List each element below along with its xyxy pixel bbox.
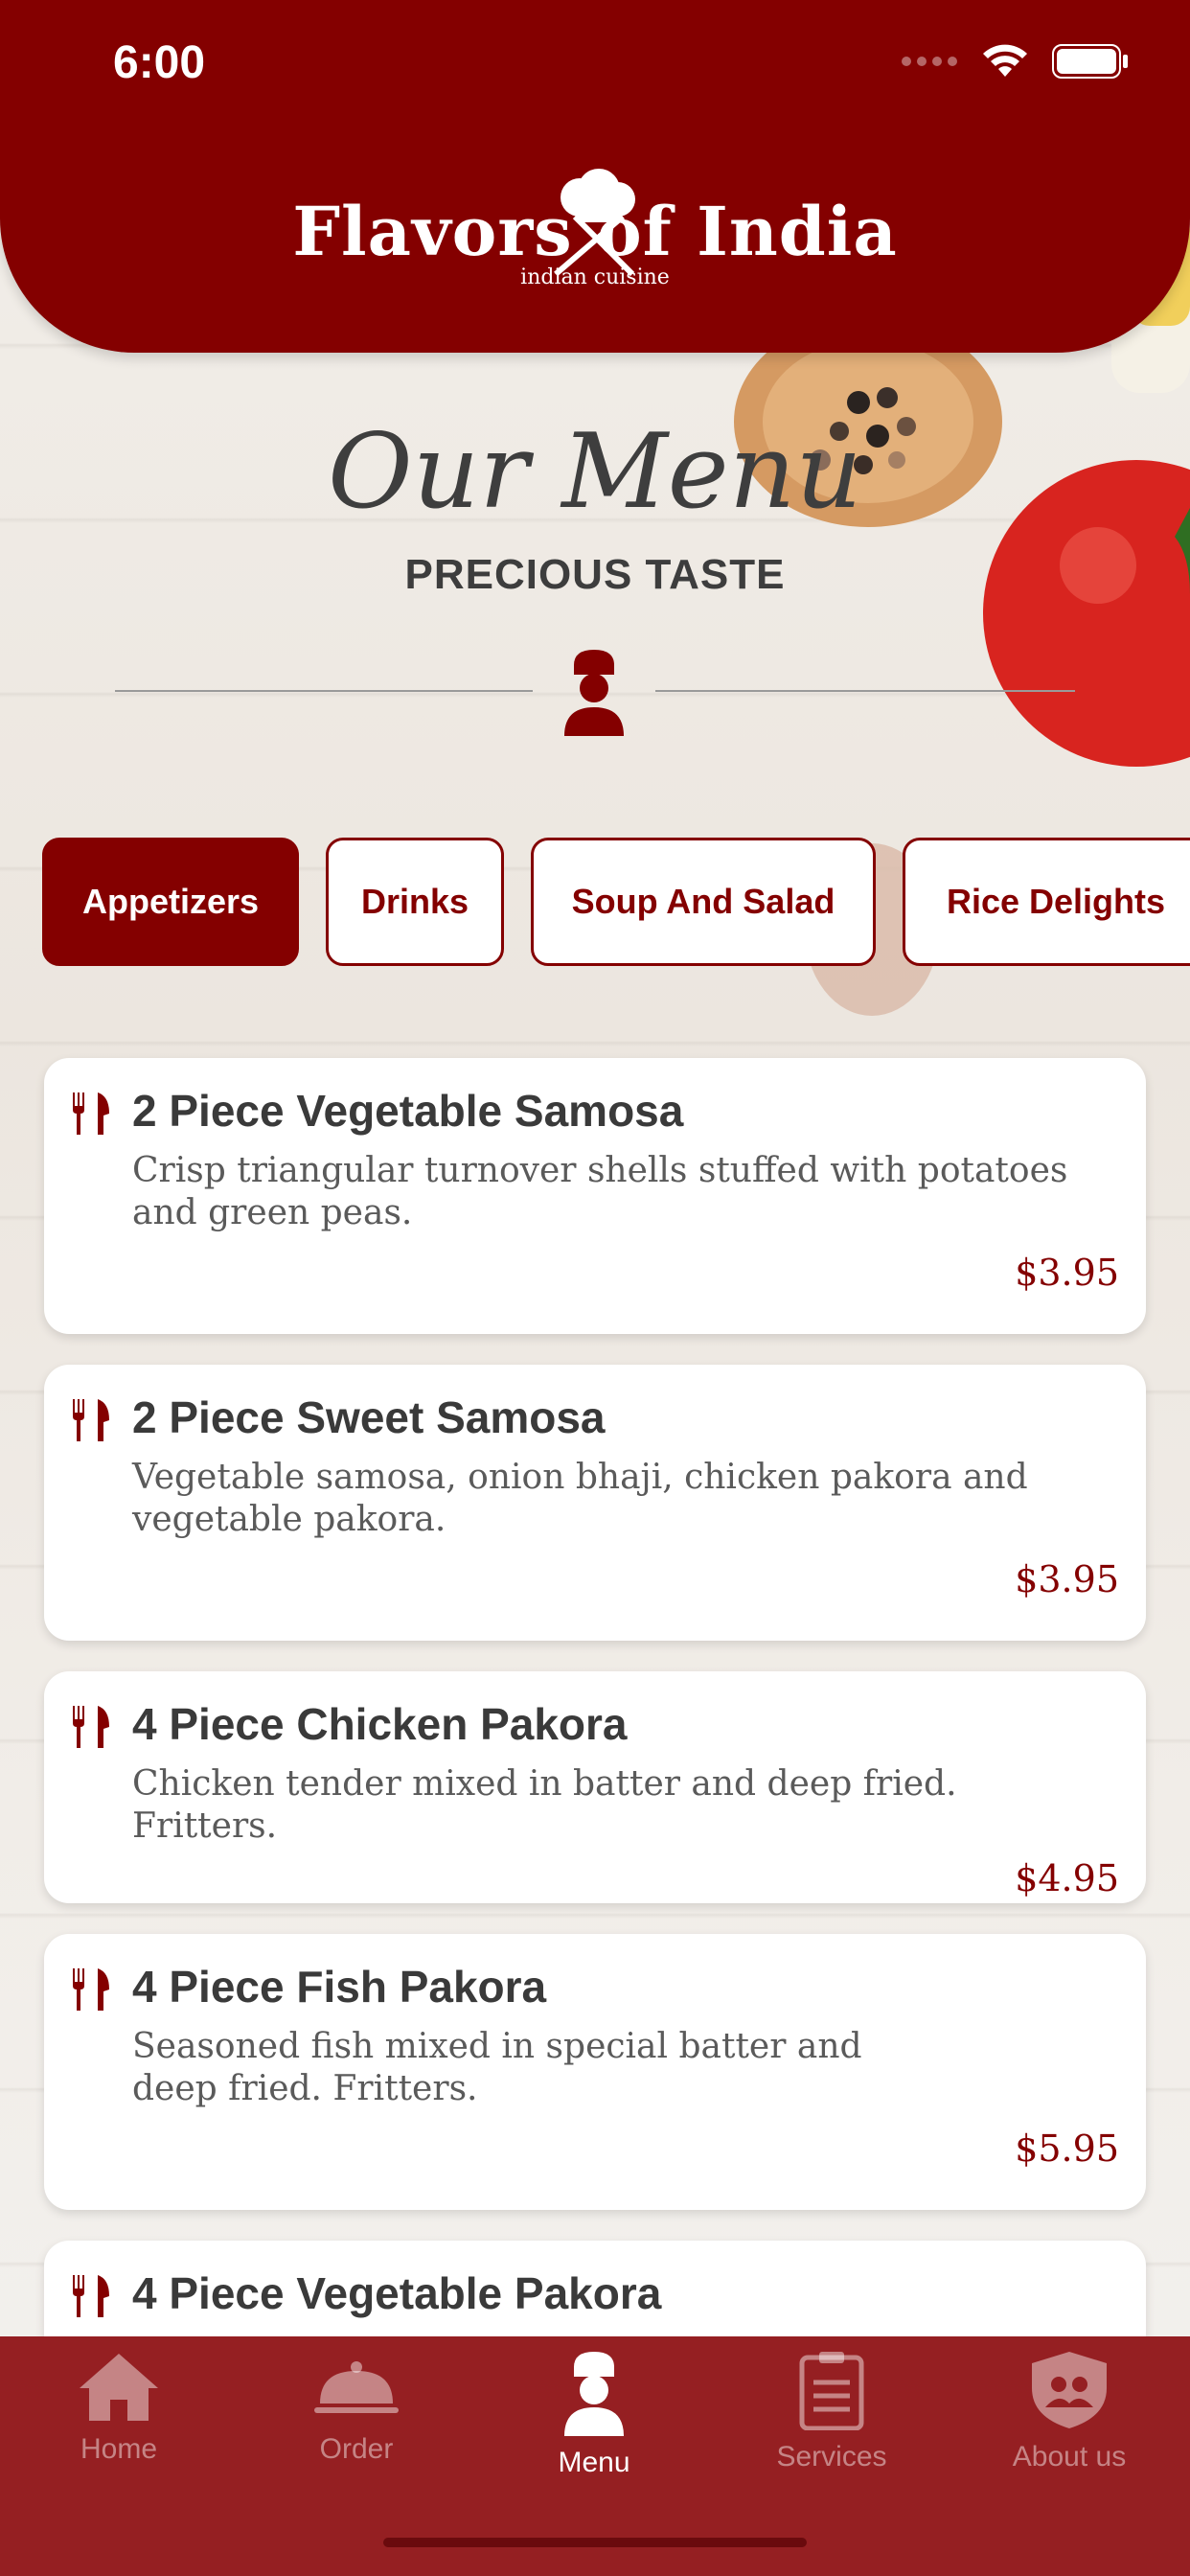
menu-item-card[interactable]: 2 Piece Vegetable Samosa Crisp triangula… bbox=[44, 1058, 1146, 1334]
chef-icon bbox=[564, 2352, 624, 2436]
item-price: $5.95 bbox=[1015, 2128, 1119, 2170]
item-name: 4 Piece Chicken Pakora bbox=[132, 1699, 628, 1749]
wifi-icon bbox=[983, 44, 1027, 77]
item-name: 4 Piece Vegetable Pakora bbox=[132, 2268, 662, 2318]
tab-rice-delights[interactable]: Rice Delights bbox=[903, 838, 1190, 966]
page-title: Our Menu bbox=[328, 412, 862, 532]
nav-menu[interactable]: Menu bbox=[498, 2350, 690, 2479]
page-subtitle: PRECIOUS TASTE bbox=[404, 551, 786, 598]
fork-knife-icon bbox=[73, 1706, 109, 1748]
fork-knife-icon bbox=[73, 1399, 109, 1441]
item-price: $4.95 bbox=[1015, 1857, 1119, 1899]
item-description: Seasoned fish mixed in special batter an… bbox=[132, 2027, 862, 2108]
battery-icon bbox=[1052, 44, 1128, 79]
cloche-icon bbox=[314, 2361, 399, 2413]
item-price: $3.95 bbox=[1015, 1558, 1119, 1600]
nav-home[interactable]: Home bbox=[23, 2350, 215, 2466]
app-header: 6:00 Flavors of India indian cuisine bbox=[0, 0, 1190, 353]
chef-icon bbox=[564, 650, 624, 736]
fork-knife-icon bbox=[73, 2275, 109, 2317]
item-description: Chicken tender mixed in batter and deep … bbox=[132, 1764, 957, 1846]
item-description: Crisp triangular turnover shells stuffed… bbox=[132, 1151, 1068, 1232]
item-description: Vegetable samosa, onion bhaji, chicken p… bbox=[132, 1458, 1028, 1539]
item-price: $3.95 bbox=[1015, 1252, 1119, 1294]
status-icons bbox=[901, 44, 1129, 79]
nav-services-label: Services bbox=[776, 2441, 887, 2472]
shield-people-icon bbox=[1032, 2352, 1107, 2428]
tab-soup-and-salad[interactable]: Soup And Salad bbox=[531, 838, 876, 966]
nav-home-label: Home bbox=[80, 2433, 158, 2465]
nav-about[interactable]: About us bbox=[973, 2350, 1165, 2473]
signal-icon bbox=[902, 57, 957, 66]
brand-logo: Flavors of India indian cuisine bbox=[0, 169, 1190, 289]
clipboard-icon bbox=[799, 2352, 864, 2431]
menu-item-card[interactable]: 2 Piece Sweet Samosa Vegetable samosa, o… bbox=[44, 1365, 1146, 1641]
home-indicator bbox=[383, 2538, 807, 2547]
tab-appetizers[interactable]: Appetizers bbox=[42, 838, 299, 966]
nav-services[interactable]: Services bbox=[736, 2350, 927, 2473]
status-time: 6:00 bbox=[113, 37, 206, 88]
chef-hat-utensils-icon bbox=[554, 169, 635, 277]
nav-menu-label: Menu bbox=[558, 2447, 630, 2478]
fork-knife-icon bbox=[73, 1092, 109, 1135]
item-name: 2 Piece Sweet Samosa bbox=[132, 1392, 606, 1442]
menu-item-card[interactable]: 4 Piece Chicken Pakora Chicken tender mi… bbox=[44, 1671, 1146, 1903]
tab-drinks[interactable]: Drinks bbox=[326, 838, 504, 966]
menu-item-card[interactable]: 4 Piece Fish Pakora Seasoned fish mixed … bbox=[44, 1934, 1146, 2210]
item-name: 4 Piece Fish Pakora bbox=[132, 1962, 547, 2012]
fork-knife-icon bbox=[73, 1968, 109, 2011]
nav-about-label: About us bbox=[1012, 2441, 1127, 2472]
nav-order[interactable]: Order bbox=[261, 2350, 452, 2466]
menu-item-list: 2 Piece Vegetable Samosa Crisp triangula… bbox=[44, 1058, 1146, 2463]
nav-order-label: Order bbox=[319, 2433, 394, 2465]
home-icon bbox=[80, 2354, 158, 2421]
divider-right bbox=[655, 690, 1075, 692]
item-name: 2 Piece Vegetable Samosa bbox=[132, 1086, 684, 1136]
divider-left bbox=[115, 690, 533, 692]
category-tabs: Appetizers Drinks Soup And Salad Rice De… bbox=[42, 838, 1190, 970]
